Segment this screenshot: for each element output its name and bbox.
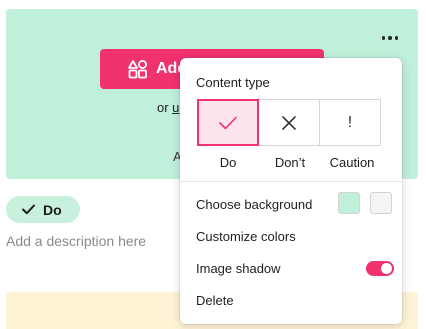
badge-label: Do (43, 201, 62, 218)
delete-item[interactable]: Delete (196, 293, 234, 308)
card-options-menu: Content type ! Do Don’t Caution Choose b… (180, 58, 402, 324)
content-type-title: Content type (196, 75, 270, 90)
dot-icon (388, 36, 392, 40)
dot-icon (381, 36, 386, 40)
content-type-labels: Do Don’t Caution (197, 155, 384, 170)
background-swatch-gray[interactable] (370, 192, 392, 214)
choose-background-label: Choose background (196, 197, 313, 212)
alt-prefix: or (157, 100, 173, 115)
content-type-do-option[interactable] (197, 99, 259, 146)
content-type-dont-option[interactable] (258, 99, 320, 146)
content-type-caution-option[interactable]: ! (319, 99, 381, 146)
type-label-do: Do (219, 155, 237, 170)
check-icon (219, 116, 237, 129)
background-swatch-green[interactable] (338, 192, 360, 214)
customize-colors-item[interactable]: Customize colors (196, 229, 296, 244)
content-type-selector: ! (197, 99, 384, 146)
dot-icon (394, 36, 399, 40)
more-options-button[interactable] (376, 28, 404, 48)
toggle-knob (381, 263, 392, 274)
shapes-icon (128, 60, 147, 79)
description-input[interactable]: Add a description here (6, 233, 146, 249)
image-shadow-label: Image shadow (196, 261, 281, 276)
alt-upload-text: or u (157, 100, 179, 115)
x-icon (282, 115, 296, 130)
exclamation-icon: ! (347, 113, 353, 131)
check-icon (22, 204, 35, 215)
type-label-dont: Don’t (274, 155, 306, 170)
menu-divider (180, 181, 402, 182)
content-type-badge: Do (6, 196, 80, 223)
alt-upload-link[interactable]: u (172, 100, 179, 115)
type-label-caution: Caution (329, 155, 375, 170)
image-shadow-toggle[interactable] (366, 261, 394, 276)
